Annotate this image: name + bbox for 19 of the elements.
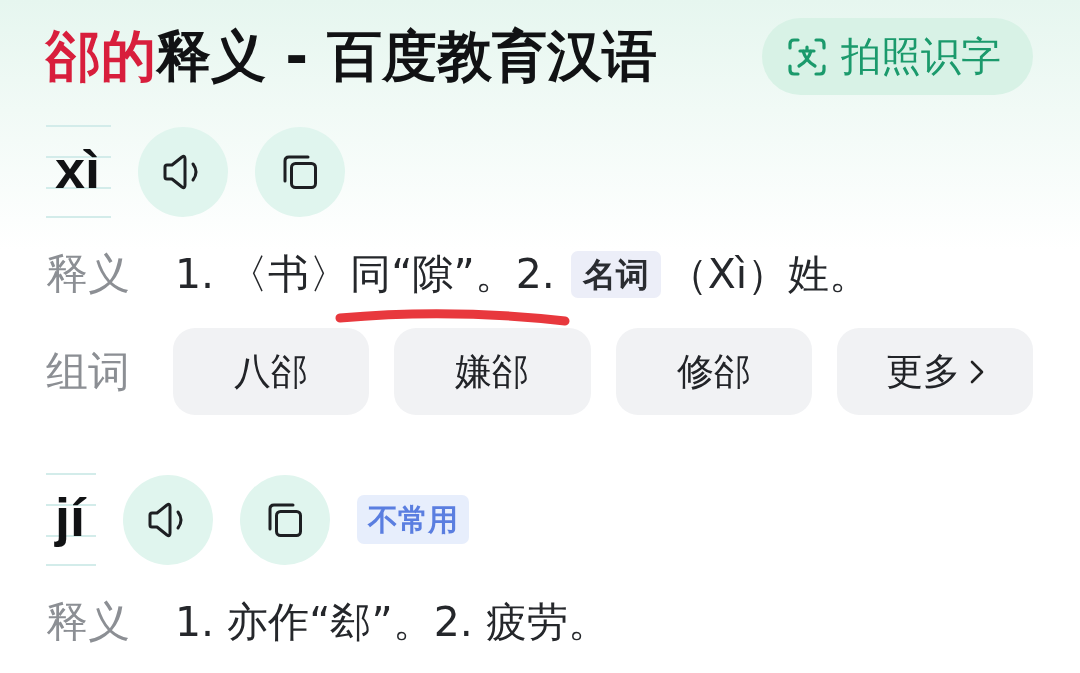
copy-icon [282, 153, 319, 190]
definition-text: 1. 〈书〉同“隙”。2. [175, 248, 555, 300]
definition-text: （Xì）姓。 [666, 248, 871, 300]
word-chip[interactable]: 修郤 [615, 328, 812, 415]
definition-label: 释义 [46, 248, 131, 300]
chevron-right-icon [969, 359, 984, 384]
definition-label: 释义 [46, 596, 131, 648]
definition-text: 1. 亦作“郄”。2. 疲劳。 [175, 596, 609, 648]
word-chip[interactable]: 嫌郤 [394, 328, 591, 415]
pinyin-text: xì [55, 142, 101, 196]
copy-icon [267, 501, 303, 538]
query-word: 郤的 [46, 24, 156, 88]
usage-tag: 不常用 [357, 495, 469, 544]
part-of-speech-tag: 名词 [570, 250, 661, 298]
words-label: 组词 [46, 345, 131, 398]
page-title: 释义 - 百度教育汉语 [156, 24, 658, 88]
more-button[interactable]: 更多 [836, 328, 1033, 415]
scan-icon [787, 36, 827, 77]
word-chip[interactable]: 八郤 [173, 328, 370, 415]
